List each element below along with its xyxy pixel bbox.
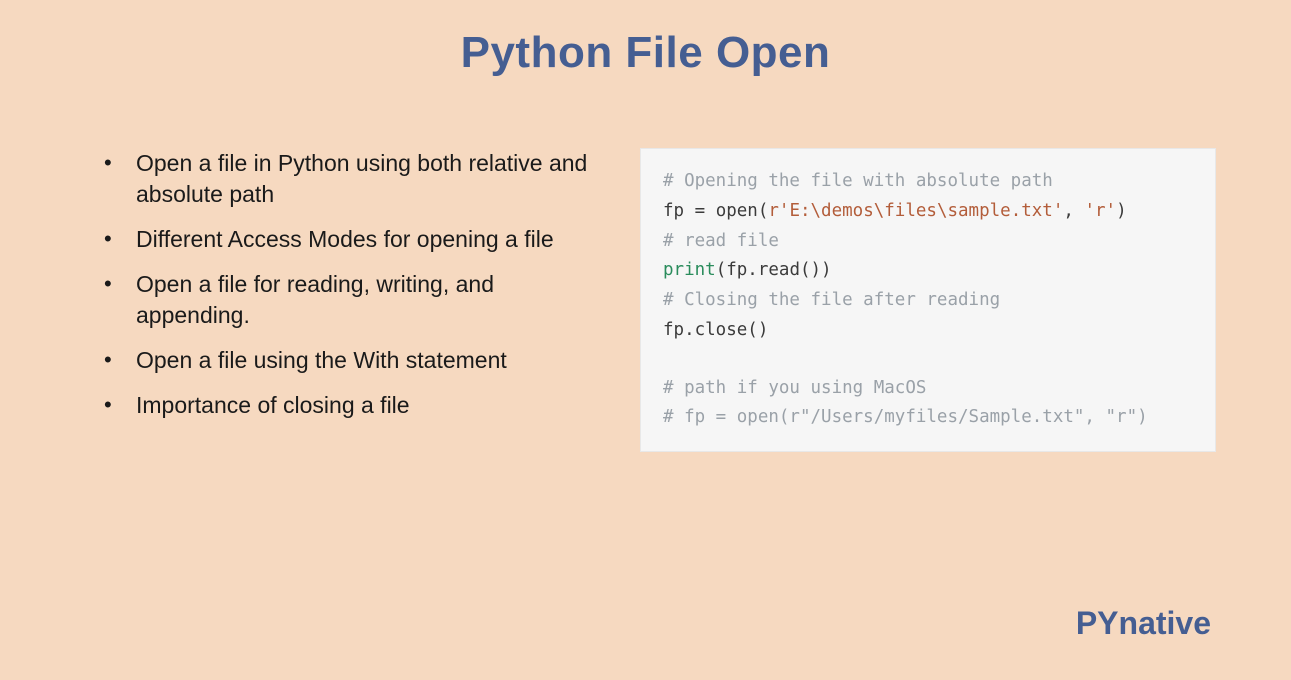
code-op: = (695, 201, 706, 221)
content-row: Open a file in Python using both relativ… (0, 78, 1291, 452)
code-fn: open( (705, 201, 768, 221)
code-kw: print (663, 260, 716, 280)
code-op: ) (1116, 201, 1127, 221)
code-line: # fp = open(r"/Users/myfiles/Sample.txt"… (663, 403, 1193, 433)
bullet-item: Open a file in Python using both relativ… (100, 148, 600, 210)
code-fn: (fp.read()) (716, 260, 832, 280)
footer-brand: PYnative (1076, 605, 1211, 642)
code-id: fp (663, 201, 695, 221)
code-line: print(fp.read()) (663, 256, 1193, 286)
code-line: # Opening the file with absolute path (663, 167, 1193, 197)
code-blank (663, 346, 1193, 374)
bullet-item: Importance of closing a file (100, 390, 600, 421)
code-line: fp.close() (663, 316, 1193, 346)
bullet-item: Different Access Modes for opening a fil… (100, 224, 600, 255)
code-str: 'r' (1084, 201, 1116, 221)
bullet-list: Open a file in Python using both relativ… (100, 148, 600, 452)
code-block: # Opening the file with absolute path fp… (640, 148, 1216, 452)
code-op: , (1063, 201, 1084, 221)
code-line: # read file (663, 227, 1193, 257)
code-line: fp = open(r'E:\demos\files\sample.txt', … (663, 197, 1193, 227)
code-line: # Closing the file after reading (663, 286, 1193, 316)
code-str: r'E:\demos\files\sample.txt' (768, 201, 1063, 221)
code-line: # path if you using MacOS (663, 374, 1193, 404)
page-title: Python File Open (0, 0, 1291, 78)
bullet-item: Open a file for reading, writing, and ap… (100, 269, 600, 331)
bullet-item: Open a file using the With statement (100, 345, 600, 376)
